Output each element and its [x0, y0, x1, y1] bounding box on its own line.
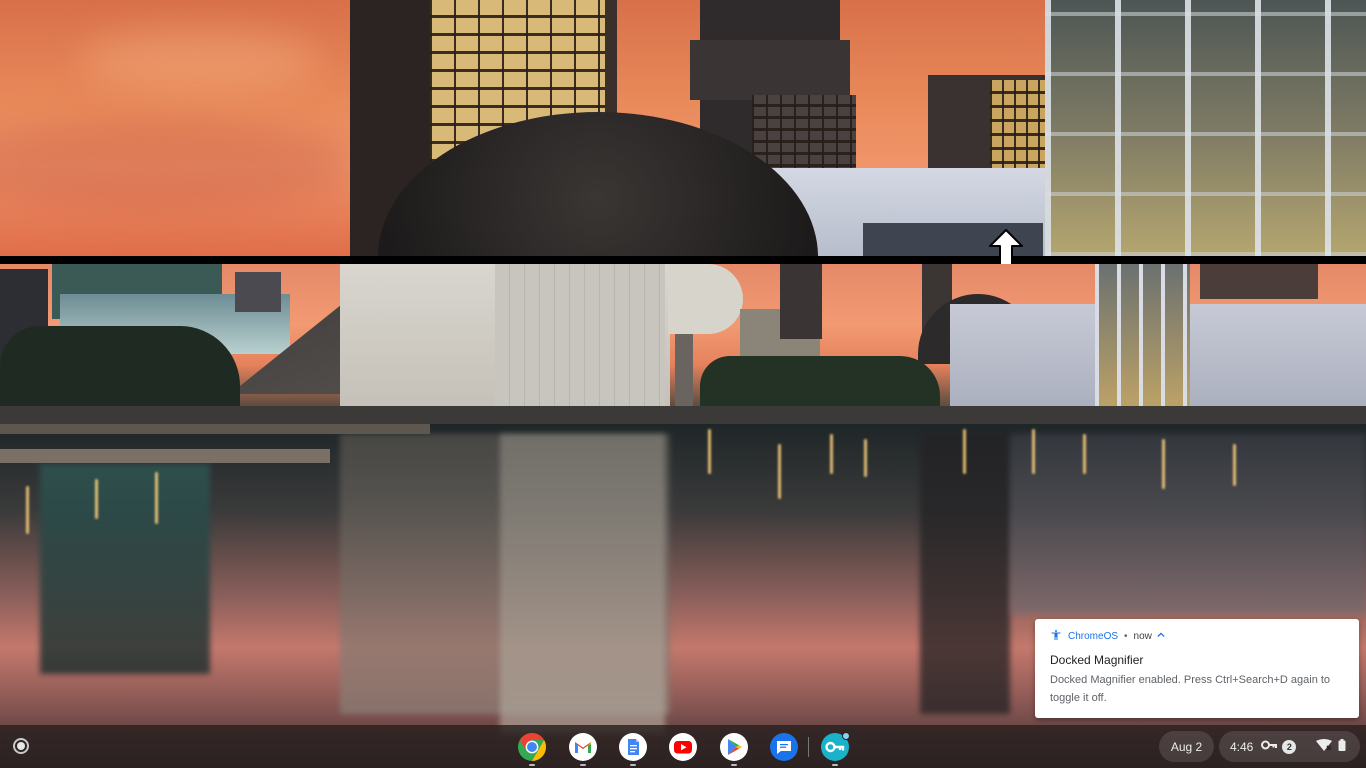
- wallpaper-dock: [0, 424, 430, 434]
- app-running-indicator: [630, 764, 636, 766]
- battery-icon: [1338, 739, 1346, 754]
- magnifier-divider[interactable]: [0, 256, 1366, 264]
- water-reflection: [500, 434, 665, 734]
- notification-app-name: ChromeOS: [1068, 630, 1119, 642]
- magnified-glass-building: [1045, 0, 1366, 256]
- clock-label: 4:46: [1230, 739, 1254, 754]
- light-reflection: [963, 429, 966, 474]
- light-reflection: [708, 429, 711, 474]
- magnified-cloud: [80, 30, 320, 90]
- wallpaper-museum-tower: [495, 264, 665, 424]
- light-reflection: [95, 479, 98, 519]
- water-reflection: [1010, 434, 1366, 614]
- magnified-cloud: [0, 120, 360, 210]
- date-label: Aug 2: [1170, 739, 1203, 754]
- launcher-icon[interactable]: [5, 730, 37, 762]
- app-running-indicator: [832, 764, 838, 766]
- shelf: Aug 2 4:46 2: [0, 725, 1366, 768]
- wifi-icon: [1316, 739, 1333, 754]
- magnified-window-grid: [990, 80, 1045, 170]
- messages-icon[interactable]: [768, 731, 800, 763]
- status-area-button[interactable]: 4:46 2: [1219, 731, 1360, 762]
- wallpaper-glass-building: [1095, 264, 1190, 414]
- light-reflection: [26, 486, 29, 534]
- docs-icon[interactable]: [617, 731, 649, 766]
- wallpaper-trees: [700, 356, 940, 406]
- date-button[interactable]: Aug 2: [1159, 731, 1214, 762]
- light-reflection: [155, 472, 158, 524]
- app-running-indicator: [580, 764, 586, 766]
- wallpaper-dock: [0, 449, 330, 463]
- notification-body: Docked Magnifier enabled. Press Ctrl+Sea…: [1050, 674, 1331, 704]
- app-running-indicator: [731, 764, 737, 766]
- notification-separator: •: [1124, 630, 1128, 642]
- light-reflection: [1162, 439, 1165, 489]
- notification-time: now: [1133, 630, 1152, 642]
- magnified-tower: [690, 40, 850, 100]
- chrome-icon[interactable]: [516, 731, 548, 766]
- play-store-icon[interactable]: [718, 731, 750, 766]
- wallpaper-building: [780, 264, 822, 339]
- notification-title: Docked Magnifier: [1050, 653, 1144, 667]
- wallpaper-round-building: [668, 264, 743, 334]
- magnified-window-grid: [752, 95, 856, 170]
- water-reflection: [920, 434, 1010, 714]
- youtube-icon[interactable]: [667, 731, 699, 763]
- light-reflection: [778, 444, 781, 499]
- light-reflection: [864, 439, 867, 477]
- accessibility-icon: [1050, 629, 1062, 644]
- notification-header: ChromeOS • now: [1050, 629, 1344, 643]
- light-reflection: [1032, 429, 1035, 474]
- light-reflection: [1083, 434, 1086, 474]
- wallpaper-shoreline: [0, 406, 1366, 426]
- light-reflection: [830, 434, 833, 474]
- key-app-icon[interactable]: [819, 731, 851, 766]
- notification-card[interactable]: ChromeOS • now Docked Magnifier Docked M…: [1035, 619, 1359, 718]
- key-status-icon: [1261, 739, 1278, 754]
- wallpaper-building: [1200, 264, 1318, 299]
- app-running-indicator: [529, 764, 535, 766]
- wallpaper-trees: [0, 326, 240, 412]
- docked-magnifier-view: [0, 0, 1366, 256]
- shelf-divider: [808, 737, 809, 757]
- gmail-icon[interactable]: [567, 731, 599, 766]
- wallpaper-building: [235, 272, 281, 312]
- chevron-up-icon[interactable]: [1157, 631, 1165, 641]
- light-reflection: [1233, 444, 1236, 486]
- notification-count-badge: 2: [1282, 739, 1297, 754]
- water-reflection: [40, 464, 210, 674]
